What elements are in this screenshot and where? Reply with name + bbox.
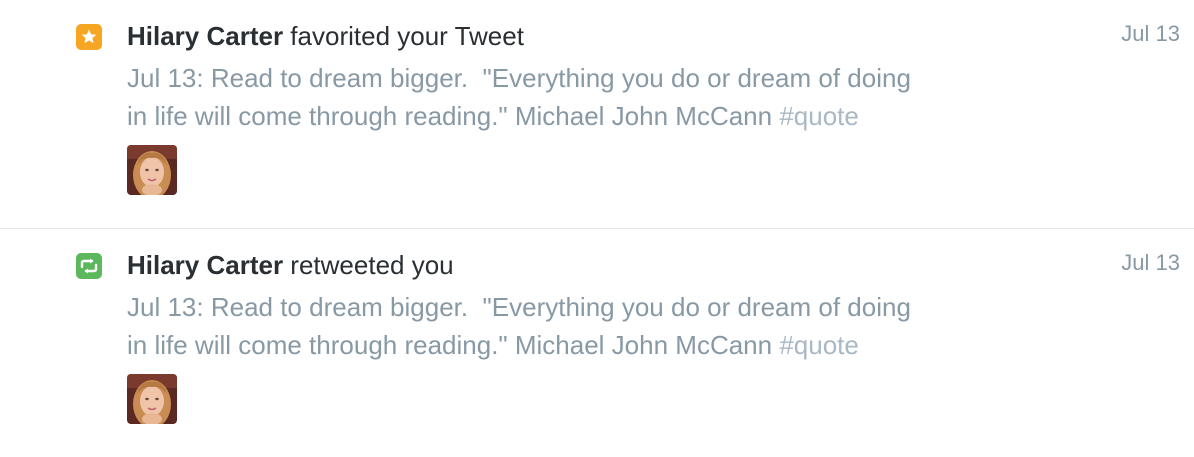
tweet-text-line-part: in life will come through reading." Mich… — [127, 330, 780, 360]
user-avatar[interactable] — [127, 374, 177, 424]
notification-action-text: favorited your Tweet — [283, 21, 524, 51]
notification-date: Jul 13 — [1121, 250, 1180, 275]
tweet-text-line: Jul 13: Read to dream bigger. "Everythin… — [127, 63, 911, 93]
tweet-text-line-part: in life will come through reading." Mich… — [127, 101, 780, 131]
notification-headline: Hilary Carter favorited your Tweet — [127, 19, 524, 53]
user-avatar[interactable] — [127, 145, 177, 195]
notification-headline: Hilary Carter retweeted you — [127, 248, 454, 282]
tweet-text-line: Jul 13: Read to dream bigger. "Everythin… — [127, 292, 911, 322]
notification-date: Jul 13 — [1121, 21, 1180, 46]
star-icon — [76, 24, 102, 50]
tweet-text[interactable]: Jul 13: Read to dream bigger. "Everythin… — [127, 59, 1037, 135]
hashtag-link[interactable]: #quote — [779, 101, 859, 131]
user-name-link[interactable]: Hilary Carter — [127, 250, 283, 280]
notification-action-text: retweeted you — [283, 250, 454, 280]
user-name-link[interactable]: Hilary Carter — [127, 21, 283, 51]
tweet-text[interactable]: Jul 13: Read to dream bigger. "Everythin… — [127, 288, 1037, 364]
hashtag-link[interactable]: #quote — [779, 330, 859, 360]
retweet-icon — [76, 253, 102, 279]
tweet-text-line: in life will come through reading." Mich… — [127, 97, 1037, 135]
notification-retweet[interactable]: Hilary Carter retweeted you Jul 13 Jul 1… — [0, 229, 1194, 457]
tweet-text-line: in life will come through reading." Mich… — [127, 326, 1037, 364]
notification-favorite[interactable]: Hilary Carter favorited your Tweet Jul 1… — [0, 0, 1194, 228]
